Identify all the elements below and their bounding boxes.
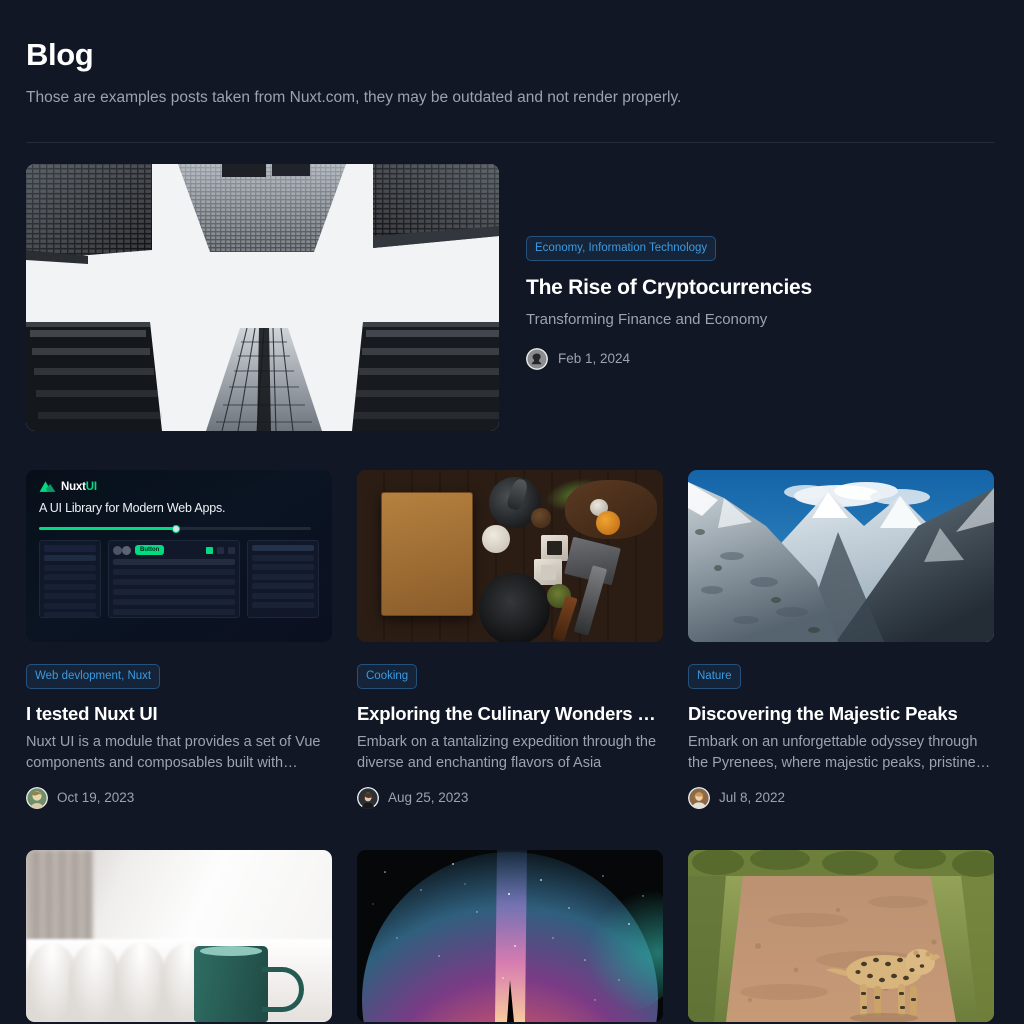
avatar-image xyxy=(688,787,710,809)
post-card[interactable] xyxy=(688,850,994,1022)
avatar xyxy=(688,787,710,809)
post-grid-row-1: NuxtUI A UI Library for Modern Web Apps. xyxy=(26,470,998,809)
post-card-badge[interactable]: Cooking xyxy=(357,664,418,689)
blog-page: Blog Those are examples posts taken from… xyxy=(0,0,1024,1024)
featured-post-description: Transforming Finance and Economy xyxy=(526,311,768,328)
featured-post-date: Feb 1, 2024 xyxy=(558,351,631,366)
post-card-image[interactable] xyxy=(357,470,663,642)
post-card-image[interactable] xyxy=(688,850,994,1022)
avatar xyxy=(26,787,48,809)
featured-post[interactable]: Economy, Information Technology The Rise… xyxy=(26,164,998,431)
nuxt-logo: NuxtUI xyxy=(39,481,319,493)
avatar xyxy=(526,348,548,370)
post-card-description: Embark on an unforgettable odyssey throu… xyxy=(688,734,991,771)
milky-way-illustration xyxy=(357,850,663,1022)
post-card-body: Web devlopment, Nuxt I tested Nuxt UI Nu… xyxy=(26,642,332,809)
nuxt-word-nuxt: Nuxt xyxy=(61,481,86,493)
avatar-image xyxy=(526,348,548,370)
post-card-body: Nature Discovering the Majestic Peaks Em… xyxy=(688,642,994,809)
nuxt-word-ui: UI xyxy=(85,481,97,493)
post-card[interactable]: NuxtUI A UI Library for Modern Web Apps. xyxy=(26,470,332,809)
post-card[interactable] xyxy=(357,850,663,1022)
post-grid-row-2 xyxy=(26,850,998,1022)
post-card-description: Embark on a tantalizing expedition throu… xyxy=(357,734,657,771)
select-menu-mockup xyxy=(247,540,319,618)
page-title: Blog xyxy=(26,37,94,72)
post-card[interactable]: Nature Discovering the Majestic Peaks Em… xyxy=(688,470,994,809)
post-card-image[interactable] xyxy=(26,850,332,1022)
post-card-image[interactable]: NuxtUI A UI Library for Modern Web Apps. xyxy=(26,470,332,642)
post-card[interactable]: Cooking Exploring the Culinary Wonders o… xyxy=(357,470,663,809)
post-card-meta: Oct 19, 2023 xyxy=(26,787,332,809)
post-card-meta: Jul 8, 2022 xyxy=(688,787,994,809)
table-mockup: Button xyxy=(108,540,240,618)
avatar-image xyxy=(26,787,48,809)
avatar-image xyxy=(357,787,379,809)
button-mockup[interactable]: Button xyxy=(135,545,165,555)
post-card-title[interactable]: Exploring the Culinary Wonders of A… xyxy=(357,702,663,725)
slider-control[interactable] xyxy=(39,524,311,533)
nuxt-headline: A UI Library for Modern Web Apps. xyxy=(39,501,226,515)
page-subtitle: Those are examples posts taken from Nuxt… xyxy=(26,89,682,106)
featured-post-meta: Feb 1, 2024 xyxy=(526,348,998,370)
snowy-mountains-illustration xyxy=(688,470,994,642)
post-card-image[interactable] xyxy=(357,850,663,1022)
post-card-date: Aug 25, 2023 xyxy=(388,790,469,805)
header-divider xyxy=(26,142,994,143)
nuxt-logo-icon xyxy=(39,481,56,492)
post-card-body: Cooking Exploring the Culinary Wonders o… xyxy=(357,642,663,809)
post-card-date: Oct 19, 2023 xyxy=(57,790,135,805)
leopard-illustration xyxy=(688,850,994,1022)
post-card-badge[interactable]: Nature xyxy=(688,664,741,689)
post-card-title[interactable]: Discovering the Majestic Peaks xyxy=(688,702,994,725)
featured-post-body: Economy, Information Technology The Rise… xyxy=(526,164,998,370)
featured-post-image[interactable] xyxy=(26,164,499,431)
post-card-description: Nuxt UI is a module that provides a set … xyxy=(26,734,321,771)
featured-post-badge[interactable]: Economy, Information Technology xyxy=(526,236,717,261)
sidebar-mockup xyxy=(39,540,101,618)
avatar xyxy=(357,787,379,809)
page-header: Blog Those are examples posts taken from… xyxy=(26,0,998,109)
post-card-title[interactable]: I tested Nuxt UI xyxy=(26,702,332,725)
nuxt-wordmark: NuxtUI xyxy=(61,481,97,493)
post-card-date: Jul 8, 2022 xyxy=(719,790,786,805)
post-card-meta: Aug 25, 2023 xyxy=(357,787,663,809)
post-card-badge[interactable]: Web devlopment, Nuxt xyxy=(26,664,161,689)
nuxt-ui-promo-illustration: NuxtUI A UI Library for Modern Web Apps. xyxy=(26,470,332,642)
featured-post-title[interactable]: The Rise of Cryptocurrencies xyxy=(526,275,998,301)
nuxt-component-mockup: Button xyxy=(39,540,319,618)
post-card[interactable] xyxy=(26,850,332,1022)
post-card-image[interactable] xyxy=(688,470,994,642)
cooking-flatlay-illustration xyxy=(357,470,663,642)
coffee-mug-illustration xyxy=(26,850,332,1022)
skyscrapers-illustration xyxy=(26,164,499,431)
